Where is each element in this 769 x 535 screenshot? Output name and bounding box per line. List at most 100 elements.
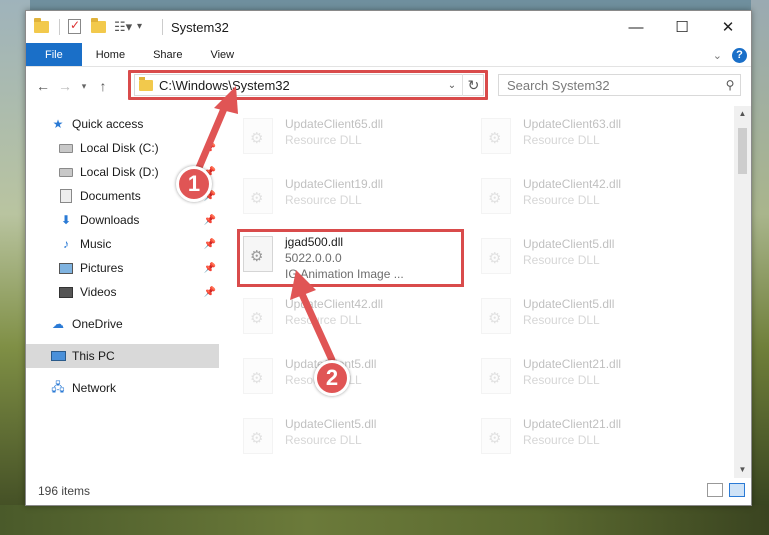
dll-file-icon [243,418,273,454]
star-icon: ★ [52,117,64,131]
pin-icon[interactable]: 📌 [204,263,216,274]
sidebar-item-label: Local Disk (D:) [80,165,159,179]
file-description: Resource DLL [523,253,600,267]
customize-toolbar-chevron-icon[interactable]: ▾ [137,19,153,35]
sidebar-item-label: This PC [72,349,115,363]
sidebar-item-onedrive[interactable]: ☁ OneDrive [26,312,219,336]
file-item[interactable]: UpdateClient5.dll Resource DLL [481,234,614,290]
sidebar-item-videos[interactable]: Videos 📌 [26,280,219,304]
file-description: Resource DLL [285,193,362,207]
file-item[interactable]: UpdateClient42.dll Resource DLL [481,174,621,230]
file-item[interactable]: UpdateClient5.dll Resource DLL [243,354,376,410]
sidebar-item-label: Network [72,381,117,395]
sidebar-item-downloads[interactable]: ⬇ Downloads 📌 [26,208,219,232]
file-description: Resource DLL [285,433,362,447]
quick-access-toolbar: ☷▾ ▾ System32 [26,11,229,43]
file-description: Resource DLL [523,133,600,147]
drive-icon [58,165,74,179]
search-box[interactable]: ⚲ [498,74,741,96]
pin-icon[interactable]: 📌 [204,239,216,250]
file-item[interactable]: UpdateClient19.dll Resource DLL [243,174,383,230]
file-name: UpdateClient42.dll [285,297,384,311]
details-view-icon[interactable] [707,483,723,497]
sidebar-item-this-pc[interactable]: This PC [26,344,219,368]
sidebar-item-label: Pictures [80,261,124,275]
item-count: 196 items [38,484,91,498]
file-explorer-window: ☷▾ ▾ System32 — ☐ ✕ File Home Share View… [25,10,752,506]
view-options-icon[interactable]: ☷▾ [114,19,132,35]
ribbon-controls: ⌄ ? [713,43,747,67]
minimize-button[interactable]: — [613,11,659,43]
tab-share[interactable]: Share [139,43,196,66]
file-item[interactable]: UpdateClient21.dll Resource DLL [481,354,621,410]
status-bar: 196 items [26,477,751,505]
tab-file[interactable]: File [26,43,82,66]
help-icon[interactable]: ? [732,47,747,63]
properties-icon[interactable] [68,18,84,35]
dll-file-icon [481,238,511,274]
sidebar-item-quick-access[interactable]: ★ Quick access [26,112,219,136]
dll-file-icon [481,298,511,334]
sidebar-item-network[interactable]: 🖧 Network [26,376,219,400]
search-input[interactable] [507,77,720,93]
tab-home[interactable]: Home [82,43,139,66]
recent-locations-chevron-icon[interactable]: ▾ [76,81,92,92]
sidebar-item-label: Local Disk (C:) [80,141,159,155]
large-icons-view-icon[interactable] [729,483,745,497]
new-folder-icon[interactable] [91,18,107,35]
file-description: Resource DLL [523,373,600,387]
file-description: Resource DLL [523,313,600,327]
file-item[interactable]: UpdateClient21.dll Resource DLL [481,414,621,470]
folder-icon [34,18,50,35]
sidebar-item-label: Documents [80,189,141,203]
dll-file-icon [481,178,511,214]
desktop-background-bottom [0,505,769,535]
desktop-background-right [751,0,769,535]
address-bar-highlight-box [128,70,488,100]
pc-icon [50,349,66,363]
dll-file-icon [243,178,273,214]
vertical-scrollbar[interactable]: ▲ ▼ [734,106,751,478]
expand-ribbon-chevron-icon[interactable]: ⌄ [713,49,722,62]
callout-step-1: 1 [176,166,212,202]
sidebar-item-pictures[interactable]: Pictures 📌 [26,256,219,280]
file-item[interactable]: UpdateClient65.dll Resource DLL [243,114,383,170]
file-item[interactable]: UpdateClient5.dll Resource DLL [481,294,614,350]
file-name: UpdateClient65.dll [285,117,384,131]
up-arrow-icon[interactable]: ↑ [92,78,114,94]
sidebar-item-label: Videos [80,285,117,299]
title-bar: ☷▾ ▾ System32 — ☐ ✕ [26,11,751,43]
pin-icon[interactable]: 📌 [204,143,216,154]
dll-file-icon [481,358,511,394]
file-description: Resource DLL [523,433,600,447]
navigation-bar: ← → ▾ ↑ C:\Windows\System32 ⌄ ↻ ⚲ [26,67,751,105]
file-highlight-box [237,229,464,287]
file-name: UpdateClient21.dll [523,417,622,431]
scroll-up-arrow-icon[interactable]: ▲ [734,106,751,122]
back-arrow-icon[interactable]: ← [32,78,54,94]
maximize-button[interactable]: ☐ [659,11,705,43]
forward-arrow-icon[interactable]: → [54,78,76,94]
sidebar-item-label: Downloads [80,213,140,227]
window-title: System32 [171,19,229,35]
search-icon[interactable]: ⚲ [720,78,740,92]
sidebar-item-music[interactable]: ♪ Music 📌 [26,232,219,256]
file-name: UpdateClient63.dll [523,117,622,131]
file-item[interactable]: UpdateClient63.dll Resource DLL [481,114,621,170]
file-name: UpdateClient21.dll [523,357,622,371]
pin-icon[interactable]: 📌 [204,215,216,226]
file-item[interactable]: UpdateClient42.dll Resource DLL [243,294,383,350]
scroll-thumb[interactable] [738,128,747,174]
scroll-down-arrow-icon[interactable]: ▼ [734,462,751,478]
pin-icon[interactable]: 📌 [204,287,216,298]
file-list: UpdateClient65.dll Resource DLL UpdateCl… [219,106,751,478]
file-item[interactable]: UpdateClient5.dll Resource DLL [243,414,376,470]
sidebar-item-local-disk-c[interactable]: Local Disk (C:) 📌 [26,136,219,160]
view-toggle-group [707,483,745,497]
sidebar-item-label: Music [80,237,112,251]
file-description: Resource DLL [285,133,362,147]
file-name: UpdateClient42.dll [523,177,622,191]
close-button[interactable]: ✕ [705,11,751,43]
toolbar-divider [162,19,163,35]
tab-view[interactable]: View [196,43,248,66]
